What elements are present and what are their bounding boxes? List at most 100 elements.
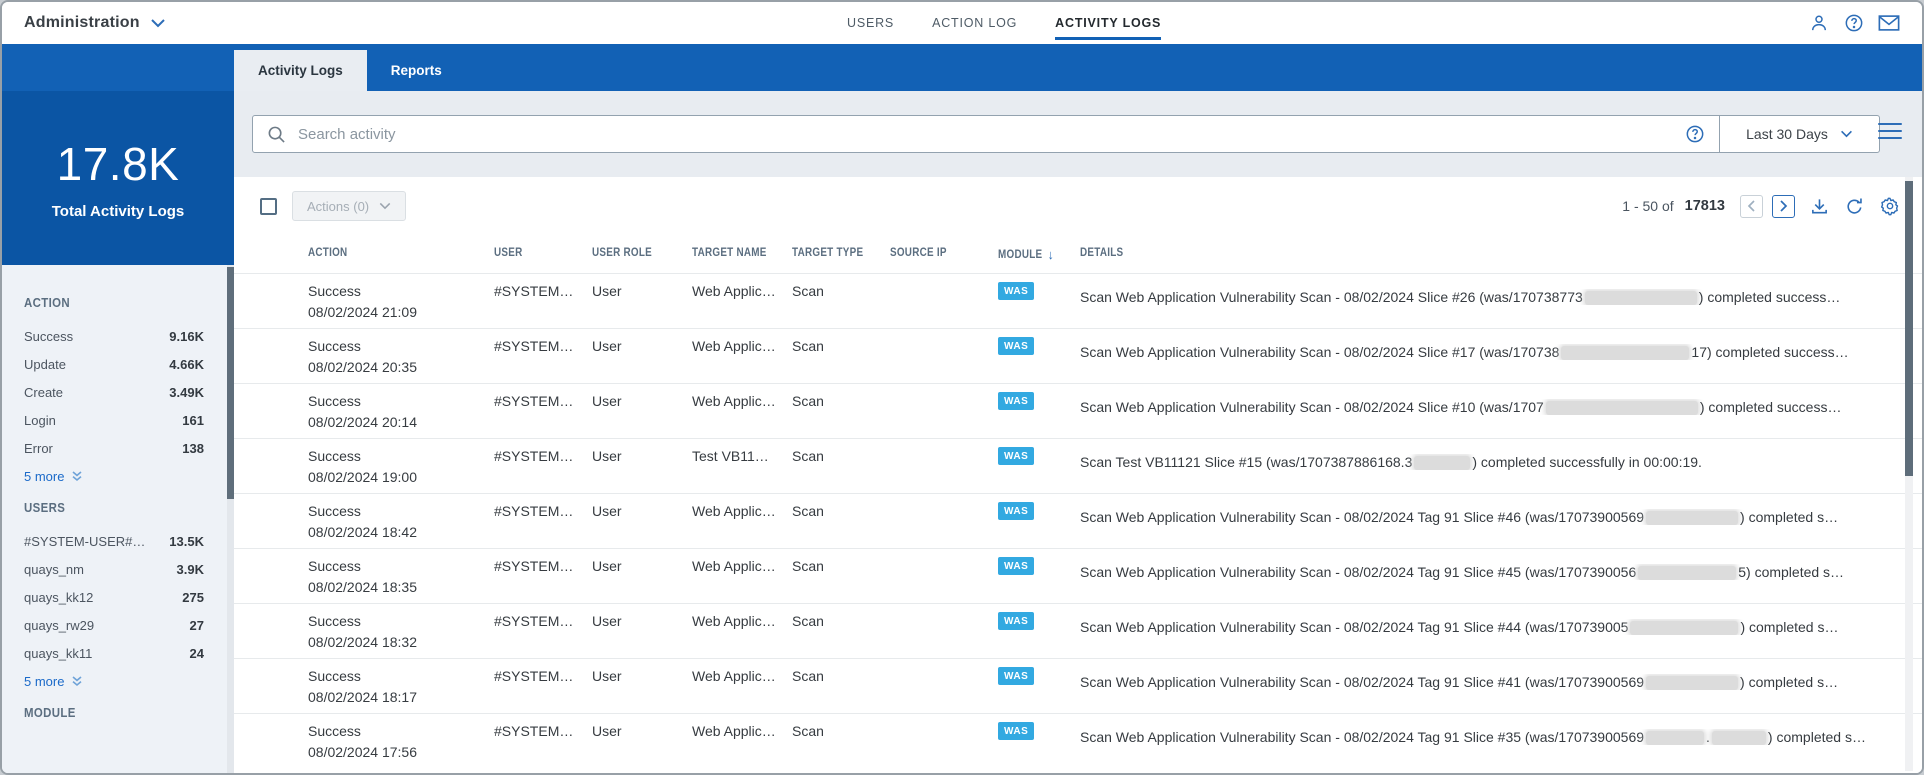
top-nav-item-action-log[interactable]: ACTION LOG	[932, 2, 1017, 44]
table-row[interactable]: Success 08/02/2024 18:32 #SYSTEM… User Web A…	[234, 603, 1922, 658]
facet-item-label: quays_nm	[24, 561, 84, 577]
mail-icon[interactable]	[1878, 12, 1900, 34]
facet-item-count: 24	[189, 645, 204, 661]
cell-user-role: User	[592, 668, 622, 684]
facet-item-count: 27	[189, 617, 204, 633]
column-header-target-type[interactable]: TARGET TYPE	[792, 247, 863, 259]
tab-activity-logs[interactable]: Activity Logs	[234, 50, 367, 91]
top-nav-item-activity-logs[interactable]: ACTIVITY LOGS	[1055, 2, 1162, 44]
top-nav-item-users[interactable]: USERS	[847, 2, 894, 44]
facet-section-users: USERS #SYSTEM-USER#… 13.5K quays_nm 3.9K quay…	[24, 500, 204, 689]
help-icon[interactable]	[1843, 12, 1865, 34]
user-icon[interactable]	[1808, 12, 1830, 34]
details-text: Scan Web Application Vulnerability Scan …	[1080, 729, 1645, 745]
download-icon[interactable]	[1809, 196, 1830, 217]
app-module-picker[interactable]: Administration	[24, 14, 166, 32]
facet-more-link[interactable]: 5 more	[24, 674, 204, 689]
table-body: Success 08/02/2024 21:09 #SYSTEM… User Web A…	[234, 273, 1922, 773]
cell-user: #SYSTEM…	[494, 393, 574, 409]
top-icons	[1808, 2, 1900, 44]
table-row[interactable]: Success 08/02/2024 20:35 #SYSTEM… User Web A…	[234, 328, 1922, 383]
details-text: ) completed s…	[1740, 619, 1839, 635]
facet-item[interactable]: quays_kk12 275	[24, 583, 204, 611]
tab-reports[interactable]: Reports	[367, 50, 466, 91]
chevron-down-icon	[1840, 130, 1853, 138]
cell-action: Success 08/02/2024 18:42	[308, 503, 417, 540]
double-chevron-down-icon	[72, 676, 82, 687]
facet-item[interactable]: #SYSTEM-USER#… 13.5K	[24, 527, 204, 555]
details-text: ) completed successfully in 00:00:19.	[1472, 454, 1702, 470]
facet-item[interactable]: quays_kk11 24	[24, 639, 204, 667]
column-header-label: MODULE	[998, 248, 1043, 261]
facet-item[interactable]: Login 161	[24, 406, 204, 434]
cell-target-type: Scan	[792, 558, 824, 574]
facet-item-count: 9.16K	[169, 328, 204, 344]
facet-item-label: quays_rw29	[24, 617, 95, 633]
top-bar: Administration USERS ACTION LOG ACTIVITY L…	[2, 2, 1922, 44]
cell-target-name: Web Applic…	[692, 393, 776, 409]
menu-icon[interactable]	[1878, 123, 1902, 139]
redacted-text	[1630, 621, 1739, 636]
actions-button[interactable]: Actions (0)	[292, 191, 407, 221]
table-row[interactable]: Success 08/02/2024 21:09 #SYSTEM… User Web A…	[234, 273, 1922, 328]
facet-item[interactable]: Error 138	[24, 434, 204, 462]
column-header-target-name[interactable]: TARGET NAME	[692, 247, 767, 259]
table-row[interactable]: Success 08/02/2024 18:35 #SYSTEM… User Web A…	[234, 548, 1922, 603]
tab-band: Activity Logs Reports	[2, 44, 1922, 91]
cell-details: Scan Web Application Vulnerability Scan …	[1080, 729, 1895, 746]
facet-item[interactable]: Update 4.66K	[24, 350, 204, 378]
column-header-user-role[interactable]: USER ROLE	[592, 247, 652, 259]
facet-item-label: #SYSTEM-USER#…	[24, 533, 146, 549]
prev-page-button[interactable]	[1740, 194, 1763, 218]
search-help-icon[interactable]	[1685, 124, 1705, 144]
action-timestamp: 08/02/2024 18:32	[308, 634, 417, 650]
cell-target-type: Scan	[792, 448, 824, 464]
details-text: ) completed success…	[1698, 289, 1841, 305]
details-text: ) completed success…	[1699, 399, 1842, 415]
sidebar-scrollbar-thumb[interactable]	[227, 267, 234, 499]
settings-gear-icon[interactable]	[1879, 196, 1900, 217]
cell-details: Scan Web Application Vulnerability Scan …	[1080, 344, 1895, 361]
cell-target-type: Scan	[792, 723, 824, 739]
table-row[interactable]: Success 08/02/2024 17:56 #SYSTEM… User Web A…	[234, 713, 1922, 768]
column-header-module[interactable]: MODULE ↓	[998, 247, 1053, 262]
column-header-user[interactable]: USER	[494, 247, 523, 259]
column-header-source-ip[interactable]: SOURCE IP	[890, 247, 947, 259]
redacted-text	[1545, 401, 1698, 416]
cell-target-type: Scan	[792, 668, 824, 684]
cell-module: WAS	[998, 721, 1035, 740]
facet-item[interactable]: Create 3.49K	[24, 378, 204, 406]
date-range-dropdown[interactable]: Last 30 Days	[1719, 116, 1879, 152]
column-header-label: TARGET NAME	[692, 247, 767, 259]
details-text: Scan Test VB11121 Slice #15 (was/1707387…	[1080, 454, 1413, 470]
column-header-action[interactable]: ACTION	[308, 247, 347, 259]
details-text: Scan Web Application Vulnerability Scan …	[1080, 619, 1629, 635]
facet-item[interactable]: quays_nm 3.9K	[24, 555, 204, 583]
cell-target-name: Web Applic…	[692, 283, 776, 299]
facet-item[interactable]: Success 9.16K	[24, 322, 204, 350]
facet-item[interactable]: quays_rw29 27	[24, 611, 204, 639]
facet-more-link[interactable]: 5 more	[24, 469, 204, 484]
table-row[interactable]: Success 08/02/2024 18:17 #SYSTEM… User Web A…	[234, 658, 1922, 713]
table-row[interactable]: Success 08/02/2024 19:00 #SYSTEM… User Test …	[234, 438, 1922, 493]
refresh-icon[interactable]	[1844, 196, 1865, 217]
cell-target-type: Scan	[792, 283, 824, 299]
table-scrollbar-thumb[interactable]	[1905, 181, 1913, 476]
cell-user-role: User	[592, 448, 622, 464]
next-page-button[interactable]	[1772, 194, 1795, 218]
column-header-details[interactable]: DETAILS	[1080, 247, 1123, 259]
action-status: Success	[308, 283, 361, 299]
cell-details: Scan Web Application Vulnerability Scan …	[1080, 289, 1895, 306]
facet-section-action: ACTION Success 9.16K Update 4.66K Create 3.49K…	[24, 295, 204, 484]
facet-section-title: USERS	[24, 500, 66, 515]
table-row[interactable]: Success 08/02/2024 18:42 #SYSTEM… User Web A…	[234, 493, 1922, 548]
sidebar-scrollbar[interactable]	[227, 265, 234, 773]
module-badge: WAS	[998, 722, 1035, 740]
cell-user-role: User	[592, 283, 622, 299]
column-header-label: USER ROLE	[592, 247, 653, 259]
select-all-checkbox[interactable]	[260, 198, 277, 215]
table-row[interactable]: Success 08/02/2024 20:14 #SYSTEM… User Web A…	[234, 383, 1922, 438]
table-scrollbar[interactable]	[1905, 177, 1913, 771]
cell-module: WAS	[998, 666, 1035, 685]
search-input[interactable]	[298, 125, 1685, 143]
